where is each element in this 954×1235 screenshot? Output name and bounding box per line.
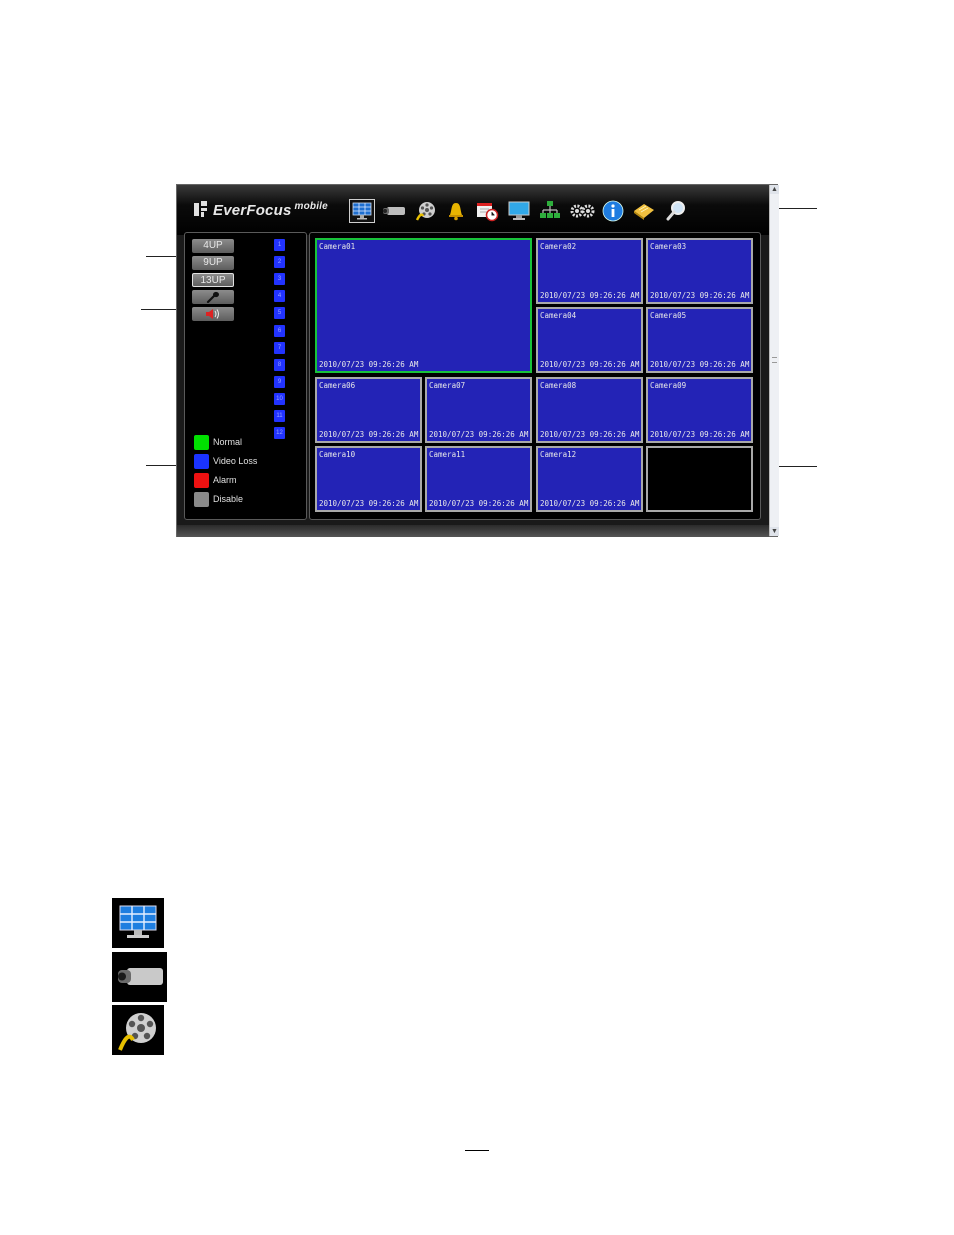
camera-name: Camera04 bbox=[540, 311, 577, 320]
legend-label: Video Loss bbox=[213, 456, 258, 466]
channel-button-7[interactable]: 7 bbox=[274, 341, 285, 354]
microphone-icon bbox=[206, 291, 219, 304]
legend-swatch-video-loss bbox=[194, 454, 209, 469]
logo-text: EverFocus bbox=[213, 202, 292, 219]
app-logo: EverFocus mobile bbox=[194, 201, 328, 219]
camera-tile-2[interactable]: Camera02 2010/07/23 09:26:26 AM bbox=[536, 238, 643, 304]
playback-large-icon bbox=[112, 1005, 164, 1055]
camera-timestamp: 2010/07/23 09:26:26 AM bbox=[319, 360, 419, 369]
camera-name: Camera05 bbox=[650, 311, 687, 320]
camera-timestamp: 2010/07/23 09:26:26 AM bbox=[319, 430, 419, 439]
channel-button-10[interactable]: 10 bbox=[274, 392, 285, 405]
camera-name: Camera08 bbox=[540, 381, 577, 390]
camera-name: Camera12 bbox=[540, 450, 577, 459]
channel-button-8[interactable]: 8 bbox=[274, 358, 285, 371]
log-book-icon[interactable] bbox=[631, 199, 657, 223]
top-toolbar: EverFocus mobile bbox=[177, 185, 769, 235]
legend-label: Disable bbox=[213, 494, 244, 504]
microphone-button[interactable] bbox=[192, 290, 234, 304]
speaker-muted-icon bbox=[206, 309, 219, 319]
camera-name: Camera01 bbox=[319, 242, 356, 251]
layout-9up-button[interactable]: 9UP bbox=[192, 256, 234, 270]
channel-button-1[interactable]: 1 bbox=[274, 239, 285, 251]
live-view-icon[interactable] bbox=[349, 199, 375, 223]
camera-tile-3[interactable]: Camera03 2010/07/23 09:26:26 AM bbox=[646, 238, 753, 304]
vertical-scrollbar[interactable]: ▲ ▼ bbox=[769, 185, 779, 536]
legend-label: Normal bbox=[213, 437, 243, 447]
channel-button-11[interactable]: 11 bbox=[274, 410, 285, 422]
camera-tile-5[interactable]: Camera05 2010/07/23 09:26:26 AM bbox=[646, 307, 753, 373]
display-monitor-icon[interactable] bbox=[506, 199, 532, 223]
bottom-bar bbox=[177, 525, 769, 537]
camera-timestamp: 2010/07/23 09:26:26 AM bbox=[429, 430, 529, 439]
schedule-icon[interactable] bbox=[474, 199, 500, 223]
camera-timestamp: 2010/07/23 09:26:26 AM bbox=[540, 291, 640, 300]
camera-tile-12[interactable]: Camera12 2010/07/23 09:26:26 AM bbox=[536, 446, 643, 512]
scroll-down-arrow-icon[interactable]: ▼ bbox=[770, 527, 779, 536]
channel-button-3[interactable]: 3 bbox=[274, 273, 285, 286]
scroll-up-arrow-icon[interactable]: ▲ bbox=[770, 185, 779, 194]
legend-swatch-alarm bbox=[194, 473, 209, 488]
camera-timestamp: 2010/07/23 09:26:26 AM bbox=[540, 499, 640, 508]
camera-name: Camera09 bbox=[650, 381, 687, 390]
camera-timestamp: 2010/07/23 09:26:26 AM bbox=[650, 430, 750, 439]
camera-timestamp: 2010/07/23 09:26:26 AM bbox=[319, 499, 419, 508]
camera-timestamp: 2010/07/23 09:26:26 AM bbox=[650, 291, 750, 300]
camera-name: Camera03 bbox=[650, 242, 687, 251]
alarm-bell-icon[interactable] bbox=[443, 199, 469, 223]
channel-button-12[interactable]: 12 bbox=[274, 427, 285, 440]
scroll-grip[interactable] bbox=[772, 357, 777, 363]
legend-swatch-normal bbox=[194, 435, 209, 450]
camera-tile-8[interactable]: Camera08 2010/07/23 09:26:26 AM bbox=[536, 377, 643, 443]
camera-name: Camera11 bbox=[429, 450, 466, 459]
channel-button-5[interactable]: 5 bbox=[274, 307, 285, 320]
layout-4up-button[interactable]: 4UP bbox=[192, 239, 234, 253]
legend-swatch-disable bbox=[194, 492, 209, 507]
channel-button-2[interactable]: 2 bbox=[274, 256, 285, 269]
camera-tile-empty[interactable] bbox=[646, 446, 753, 512]
camera-tile-10[interactable]: Camera10 2010/07/23 09:26:26 AM bbox=[315, 446, 422, 512]
camera-icon[interactable] bbox=[381, 199, 407, 223]
legend-label: Alarm bbox=[213, 475, 237, 485]
camera-tile-6[interactable]: Camera06 2010/07/23 09:26:26 AM bbox=[315, 377, 422, 443]
search-icon[interactable] bbox=[663, 199, 689, 223]
camera-tile-4[interactable]: Camera04 2010/07/23 09:26:26 AM bbox=[536, 307, 643, 373]
camera-timestamp: 2010/07/23 09:26:26 AM bbox=[650, 360, 750, 369]
channel-button-4[interactable]: 4 bbox=[274, 290, 285, 303]
camera-tile-7[interactable]: Camera07 2010/07/23 09:26:26 AM bbox=[425, 377, 532, 443]
channel-button-9[interactable]: 9 bbox=[274, 375, 285, 388]
logo-super: mobile bbox=[294, 201, 328, 212]
control-panel: 4UP 9UP 13UP 1 2 3 4 5 6 7 8 9 10 11 12 Normal Video… bbox=[184, 232, 307, 520]
camera-tile-1[interactable]: Camera01 2010/07/23 09:26:26 AM bbox=[315, 238, 532, 373]
playback-reel-icon[interactable] bbox=[413, 199, 439, 223]
network-icon[interactable] bbox=[537, 199, 563, 223]
layout-13up-button[interactable]: 13UP bbox=[192, 273, 234, 287]
everfocus-mobile-window: EverFocus mobile 4UP 9UP 13UP 1 2 3 4 5 … bbox=[176, 184, 779, 537]
camera-timestamp: 2010/07/23 09:26:26 AM bbox=[429, 499, 529, 508]
speaker-mute-button[interactable] bbox=[192, 307, 234, 321]
camera-name: Camera07 bbox=[429, 381, 466, 390]
info-icon[interactable] bbox=[600, 199, 626, 223]
everfocus-logo-icon bbox=[194, 201, 207, 217]
settings-gears-icon[interactable] bbox=[569, 199, 595, 223]
camera-name: Camera06 bbox=[319, 381, 356, 390]
camera-timestamp: 2010/07/23 09:26:26 AM bbox=[540, 430, 640, 439]
camera-name: Camera10 bbox=[319, 450, 356, 459]
live-view-large-icon bbox=[112, 898, 164, 948]
camera-tile-11[interactable]: Camera11 2010/07/23 09:26:26 AM bbox=[425, 446, 532, 512]
camera-large-icon bbox=[112, 952, 167, 1002]
channel-button-6[interactable]: 6 bbox=[274, 324, 285, 337]
page-number-line bbox=[465, 1150, 489, 1151]
camera-timestamp: 2010/07/23 09:26:26 AM bbox=[540, 360, 640, 369]
camera-tile-9[interactable]: Camera09 2010/07/23 09:26:26 AM bbox=[646, 377, 753, 443]
camera-name: Camera02 bbox=[540, 242, 577, 251]
camera-grid: Camera01 2010/07/23 09:26:26 AM Camera02 20… bbox=[309, 232, 761, 520]
